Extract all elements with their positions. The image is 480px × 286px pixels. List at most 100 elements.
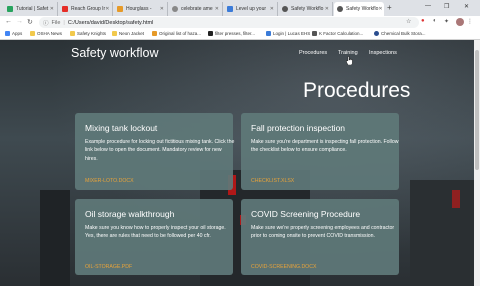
scrollbar-thumb[interactable] (475, 50, 479, 170)
extensions-puzzle-icon[interactable]: ✦ (444, 18, 449, 25)
browser-tab-active[interactable]: Safety Workflo ✕ (334, 2, 384, 16)
browser-tab[interactable]: celebrate ame ✕ (169, 2, 223, 16)
favicon-icon (374, 31, 379, 36)
bookmarks-bar: Apps OSHA News Safety Knights Neon Jacke… (0, 29, 480, 40)
nav-procedures[interactable]: Procedures (299, 50, 327, 56)
procedure-card: Mixing tank lockout Example procedure fo… (75, 113, 235, 190)
card-title: COVID Screening Procedure (251, 209, 361, 219)
browser-toolbar: ← → ↻ ⓘ File | C:/Users/david/Desktop/sa… (0, 16, 480, 29)
favicon-icon (208, 31, 213, 36)
browser-tab[interactable]: Hourglass - ✕ (114, 2, 168, 16)
globe-icon (337, 6, 343, 12)
card-document-link[interactable]: COVID-SCREENING.DOCX (251, 264, 316, 270)
close-icon[interactable]: ✕ (215, 6, 219, 12)
browser-tab[interactable]: Safety Workflo ✕ (279, 2, 333, 16)
address-bar[interactable]: ⓘ File | C:/Users/david/Desktop/safety.h… (39, 17, 419, 28)
tab-title: Tutorial | Safet (16, 6, 49, 12)
profile-avatar[interactable] (456, 18, 464, 26)
tab-title: Safety Workflo (291, 6, 324, 12)
bookmark-label: filter presses, filter... (215, 31, 256, 36)
bookmark-label: Original list of haza... (159, 31, 202, 36)
card-document-link[interactable]: MIXER-LOTO.DOCX (85, 178, 134, 184)
close-icon[interactable]: ✕ (325, 6, 329, 12)
bookmark-link[interactable]: K Factor Calculation... (312, 31, 363, 36)
card-description: Make sure we're properly screening emplo… (251, 225, 395, 240)
tab-strip: Tutorial | Safet ✕ Reach Group Ir ✕ Hour… (0, 0, 480, 16)
favicon-icon (266, 31, 271, 36)
procedure-card: COVID Screening Procedure Make sure we'r… (241, 199, 399, 275)
tab-title: Hourglass - (126, 6, 152, 12)
procedure-card: Oil storage walkthrough Make sure you kn… (75, 199, 233, 275)
bookmark-star-icon[interactable]: ☆ (406, 18, 411, 25)
maximize-icon[interactable]: ❐ (444, 3, 449, 10)
apps-grid-icon (5, 31, 10, 36)
globe-icon (282, 6, 288, 12)
reload-icon[interactable]: ↻ (27, 18, 33, 26)
background-building (40, 190, 70, 286)
address-separator: | (63, 19, 65, 26)
bookmark-link[interactable]: Chemical Bulk Stora... (374, 31, 426, 36)
bookmark-apps[interactable]: Apps (5, 31, 22, 36)
address-url: C:/Users/david/Desktop/safety.html (67, 19, 154, 26)
bookmark-label: OSHA News (37, 31, 63, 36)
card-document-link[interactable]: OIL-STORAGE.PDF (85, 264, 132, 270)
browser-tab[interactable]: Reach Group Ir ✕ (59, 2, 113, 16)
page-background (0, 40, 474, 286)
card-description: Example procedure for locking out fictit… (85, 139, 235, 162)
bookmark-label: Chemical Bulk Stora... (381, 31, 426, 36)
favicon-icon (117, 6, 123, 12)
bookmark-label: Apps (12, 31, 23, 36)
browser-tab[interactable]: Level up your ✕ (224, 2, 278, 16)
address-scheme: File (51, 19, 61, 26)
folder-icon (112, 31, 117, 36)
background-light (452, 190, 460, 208)
extension-icon[interactable]: ◐ (433, 18, 437, 24)
nav-inspections[interactable]: Inspections (369, 50, 397, 56)
bookmark-label: K Factor Calculation... (319, 31, 364, 36)
close-icon[interactable]: ✕ (160, 6, 164, 12)
tab-title: Safety Workflo (346, 6, 379, 12)
card-title: Fall protection inspection (251, 123, 346, 133)
close-icon[interactable]: ✕ (270, 6, 274, 12)
card-description: Make sure you know how to properly inspe… (85, 225, 226, 240)
favicon-icon (7, 6, 13, 12)
page-heading: Procedures (303, 79, 411, 102)
menu-icon[interactable]: ⋮ (467, 18, 473, 25)
bookmark-label: Safety Knights (77, 31, 107, 36)
youtube-icon (62, 6, 68, 12)
minimize-icon[interactable]: — (425, 3, 431, 9)
hand-cursor-icon (346, 56, 353, 65)
new-tab-button[interactable]: + (387, 3, 392, 12)
card-description: Make sure you're department is inspectin… (251, 139, 399, 154)
favicon-icon (152, 31, 157, 36)
close-icon[interactable]: ✕ (50, 6, 54, 12)
bookmark-link[interactable]: filter presses, filter... (208, 31, 255, 36)
favicon-icon (227, 6, 233, 12)
folder-icon (70, 31, 75, 36)
window-close-icon[interactable]: ✕ (464, 3, 469, 10)
tab-title: Level up your (236, 6, 267, 12)
close-icon[interactable]: ✕ (378, 6, 382, 12)
forward-icon[interactable]: → (16, 18, 23, 25)
bookmark-link[interactable]: Login | Lucas EHS (266, 31, 310, 36)
bookmark-folder[interactable]: Neon Jacket (112, 31, 144, 36)
card-title: Oil storage walkthrough (85, 209, 175, 219)
back-icon[interactable]: ← (5, 18, 12, 25)
google-icon (172, 6, 178, 12)
bookmark-link[interactable]: Original list of haza... (152, 31, 201, 36)
extension-icon[interactable]: ● (421, 18, 425, 24)
folder-icon (30, 31, 35, 36)
background-building (410, 180, 474, 286)
site-title[interactable]: Safety workflow (71, 46, 159, 60)
procedure-card: Fall protection inspection Make sure you… (241, 113, 399, 190)
tab-title: Reach Group Ir (71, 6, 106, 12)
bookmark-label: Login | Lucas EHS (273, 31, 311, 36)
info-icon[interactable]: ⓘ (43, 19, 49, 27)
card-document-link[interactable]: CHECKLIST.XLSX (251, 178, 294, 184)
bookmark-folder[interactable]: OSHA News (30, 31, 62, 36)
tab-title: celebrate ame (181, 6, 213, 12)
card-title: Mixing tank lockout (85, 123, 158, 133)
browser-tab[interactable]: Tutorial | Safet ✕ (4, 2, 58, 16)
bookmark-folder[interactable]: Safety Knights (70, 31, 106, 36)
close-icon[interactable]: ✕ (105, 6, 109, 12)
